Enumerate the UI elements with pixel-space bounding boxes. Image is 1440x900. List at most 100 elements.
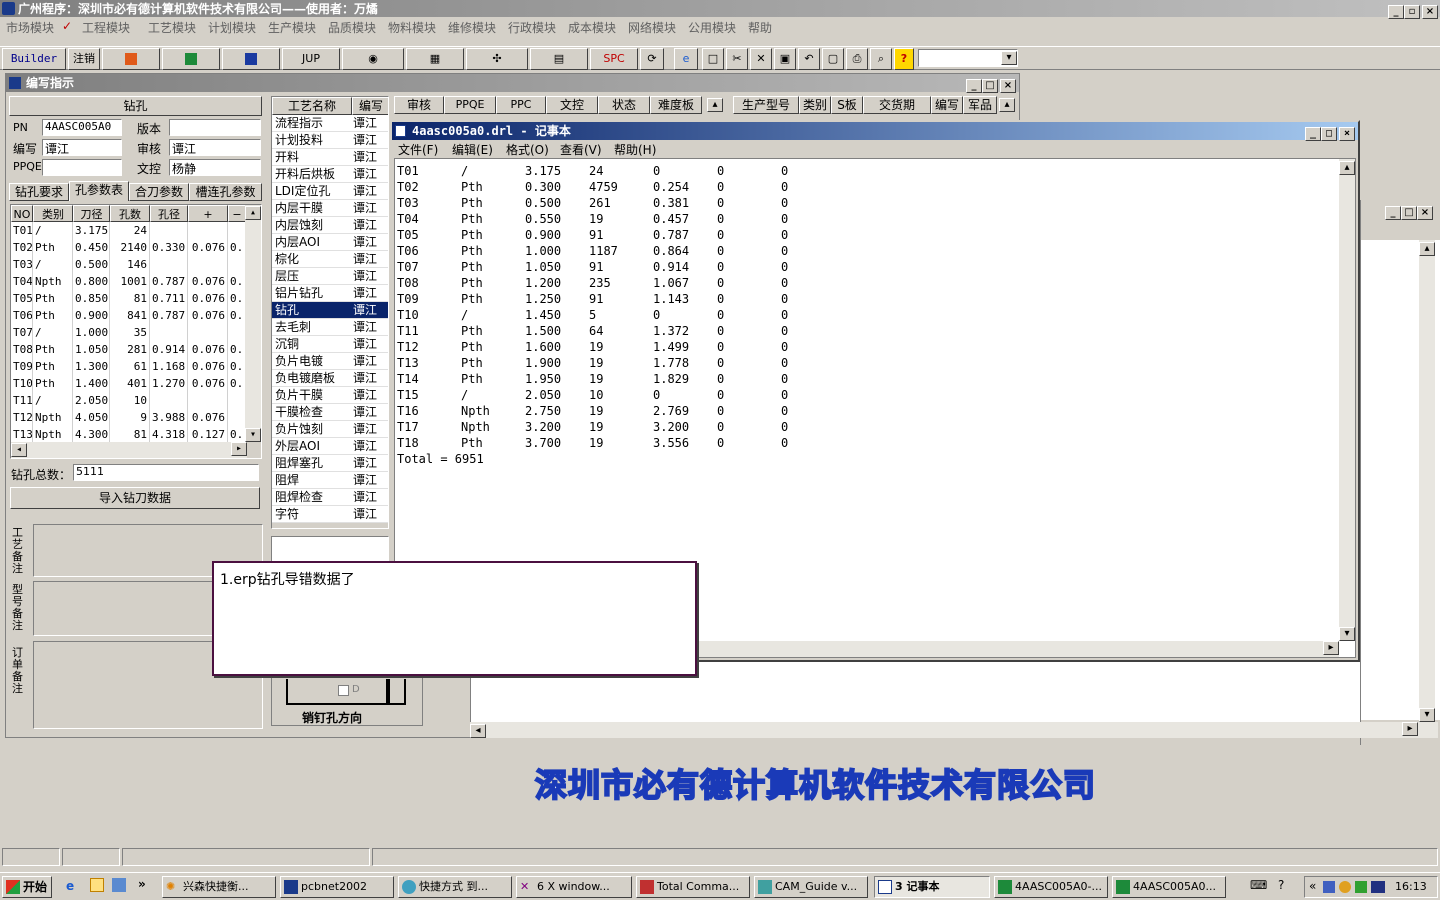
table-row[interactable]: T12 Npth 4.050 9 3.988 0.076 <box>11 409 247 426</box>
total-field[interactable]: 5111 <box>73 464 259 481</box>
database-icon[interactable]: ▦ <box>406 48 464 70</box>
tray-expand-icon[interactable]: « <box>1309 879 1316 893</box>
scroll-up-icon[interactable]: ▴ <box>245 206 261 220</box>
pn-field[interactable]: 4AASC005A0 <box>42 119 122 136</box>
find-icon[interactable]: ⌕ <box>870 48 892 70</box>
task-xingsen[interactable]: ✺ 兴森快捷衡... <box>162 876 276 898</box>
save-icon[interactable]: ▣ <box>774 48 796 70</box>
notepad-menu-view[interactable]: 查看(V) <box>560 140 602 160</box>
table-row[interactable]: T04 Npth 0.800 1001 0.787 0.076 0. <box>11 273 247 290</box>
tray-network-icon[interactable] <box>1323 881 1335 893</box>
scroll-left-icon[interactable]: ◂ <box>11 443 27 457</box>
process-item[interactable]: 阻焊塞孔 谭江 <box>272 455 388 472</box>
process-item[interactable]: 内层干膜 谭江 <box>272 200 388 217</box>
delete-icon[interactable]: ✕ <box>750 48 772 70</box>
process-item[interactable]: 层压 谭江 <box>272 268 388 285</box>
scroll-down-icon[interactable]: ▾ <box>1419 708 1435 722</box>
minimize-icon[interactable]: _ <box>1385 206 1401 220</box>
process-item[interactable]: 开料 谭江 <box>272 149 388 166</box>
refresh-icon[interactable]: ⟳ <box>640 48 664 70</box>
quicklaunch-icon-3[interactable] <box>112 878 126 892</box>
scroll-right-icon[interactable]: ▸ <box>231 442 247 456</box>
menu-process[interactable]: 工艺模块 <box>148 19 196 36</box>
undo-icon[interactable]: ↶ <box>798 48 820 70</box>
tab-slot-params[interactable]: 槽连孔参数 <box>189 183 262 201</box>
pin-checkbox[interactable] <box>338 685 349 696</box>
help-icon[interactable]: ? <box>894 48 914 70</box>
word-icon[interactable] <box>222 48 280 70</box>
close-icon[interactable]: × <box>1339 127 1355 141</box>
table-row[interactable]: T01/3.175 24 <box>11 222 247 239</box>
task-pcbnet[interactable]: pcbnet2002 <box>280 876 394 898</box>
ie-icon[interactable]: e <box>674 48 698 70</box>
menu-production[interactable]: 生产模块 <box>268 19 316 36</box>
grid-hscrollbar[interactable]: ◂ ▸ <box>11 442 247 458</box>
start-button[interactable]: 开始 <box>2 876 52 898</box>
scroll-up-icon[interactable]: ▴ <box>1339 161 1355 175</box>
spc-button[interactable]: SPC <box>590 48 638 70</box>
tab-drill-requirements[interactable]: 钻孔要求 <box>9 183 69 201</box>
menu-maintenance[interactable]: 维修模块 <box>448 19 496 36</box>
menu-material[interactable]: 物料模块 <box>388 19 436 36</box>
task-excel-2[interactable]: 4AASC005A0... <box>1112 876 1226 898</box>
close-icon[interactable]: × <box>1000 79 1016 93</box>
toolbar-combo[interactable]: ▾ <box>918 49 1018 67</box>
table-row[interactable]: T09 Pth 1.300 61 1.168 0.076 0. <box>11 358 247 375</box>
grid-vscrollbar[interactable]: ▴ ▾ <box>245 205 261 442</box>
process-item[interactable]: 外层AOI 谭江 <box>272 438 388 455</box>
process-item[interactable]: 钻孔 谭江 <box>272 302 388 319</box>
quicklaunch-icon-2[interactable] <box>90 878 104 892</box>
table-row[interactable]: T06 Pth 0.900 841 0.787 0.076 0. <box>11 307 247 324</box>
table-row[interactable]: T08 Pth 1.050 281 0.914 0.076 0. <box>11 341 247 358</box>
network-icon[interactable]: ✣ <box>466 48 528 70</box>
new-icon[interactable]: □ <box>702 48 724 70</box>
print-icon[interactable]: ⎙ <box>846 48 868 70</box>
scroll-up-icon[interactable]: ▴ <box>1419 242 1435 256</box>
notepad-menu-edit[interactable]: 编辑(E) <box>452 140 493 160</box>
process-item[interactable]: 计划投料 谭江 <box>272 132 388 149</box>
table-row[interactable]: T05 Pth 0.850 81 0.711 0.076 0. <box>11 290 247 307</box>
tray-app-icon[interactable] <box>1339 881 1351 893</box>
task-total-commander[interactable]: Total Comma... <box>636 876 750 898</box>
scroll-left-icon[interactable]: ◂ <box>470 724 486 738</box>
process-item[interactable]: 负片干膜 谭江 <box>272 387 388 404</box>
menu-quality[interactable]: 品质模块 <box>328 19 376 36</box>
process-item[interactable]: 阻焊 谭江 <box>272 472 388 489</box>
table-row[interactable]: T13 Npth 4.300 81 4.318 0.127 0. <box>11 426 247 443</box>
scroll-right-icon[interactable]: ▸ <box>1402 722 1418 736</box>
table-row[interactable]: T02 Pth 0.450 2140 0.330 0.076 0. <box>11 239 247 256</box>
import-drill-button[interactable]: 导入钻刀数据 <box>10 487 260 509</box>
task-xwindow[interactable]: ✕ 6 X window... <box>516 876 632 898</box>
doc-field[interactable]: 杨静 <box>169 159 261 176</box>
cut-icon[interactable]: ✂ <box>726 48 748 70</box>
powerpoint-icon[interactable] <box>102 48 160 70</box>
tab-hole-params[interactable]: 孔参数表 <box>69 181 129 201</box>
process-item[interactable]: 内层蚀刻 谭江 <box>272 217 388 234</box>
menu-plan[interactable]: 计划模块 <box>208 19 256 36</box>
tab-tool-params[interactable]: 合刀参数 <box>129 183 189 201</box>
builder-button[interactable]: Builder <box>2 48 66 70</box>
table-row[interactable]: T11/2.050 10 <box>11 392 247 409</box>
process-item[interactable]: 开料后烘板 谭江 <box>272 166 388 183</box>
preview-icon[interactable]: ▢ <box>822 48 844 70</box>
process-item[interactable]: 去毛刺 谭江 <box>272 319 388 336</box>
logout-button[interactable]: 注销 <box>68 48 100 70</box>
reviewer-field[interactable]: 谭江 <box>169 139 261 156</box>
process-item[interactable]: 阻焊检查 谭江 <box>272 489 388 506</box>
keyboard-icon[interactable]: ⌨ <box>1250 878 1267 892</box>
printer-device-icon[interactable]: ▤ <box>530 48 588 70</box>
process-item[interactable]: 沉铜 谭江 <box>272 336 388 353</box>
menu-admin[interactable]: 行政模块 <box>508 19 556 36</box>
background-hscrollbar[interactable]: ◂ ▸ <box>470 722 1438 738</box>
maximize-icon[interactable]: □ <box>1401 206 1417 220</box>
table-row[interactable]: T07/1.000 35 <box>11 324 247 341</box>
minimize-icon[interactable]: _ <box>1305 127 1321 141</box>
notepad-vscrollbar[interactable]: ▴ ▾ <box>1339 159 1355 641</box>
close-icon[interactable]: × <box>1417 206 1433 220</box>
table-row[interactable]: T03/0.500 146 <box>11 256 247 273</box>
process-item[interactable]: 负片电镀 谭江 <box>272 353 388 370</box>
maximize-icon[interactable]: □ <box>982 79 998 93</box>
chevron-right-icon[interactable]: » <box>138 877 146 891</box>
process-item[interactable]: 字符 谭江 <box>272 506 388 523</box>
bg-vscrollbar[interactable]: ▴ ▾ <box>1419 240 1435 722</box>
